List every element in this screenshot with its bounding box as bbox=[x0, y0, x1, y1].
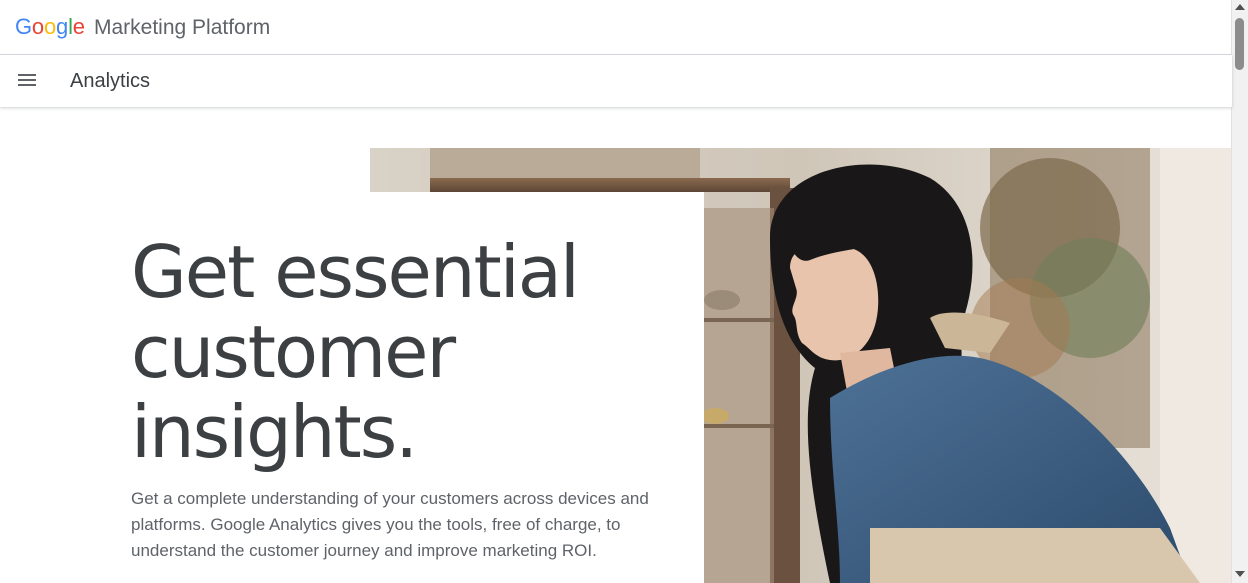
hero-description: Get a complete understanding of your cus… bbox=[131, 489, 649, 560]
hamburger-menu-icon[interactable] bbox=[16, 71, 38, 91]
scroll-down-arrow-icon[interactable] bbox=[1235, 571, 1245, 577]
logo-letter-g2: g bbox=[56, 14, 69, 39]
page-scrollbar[interactable] bbox=[1231, 0, 1248, 583]
logo-letter-e: e bbox=[72, 14, 85, 39]
scroll-thumb[interactable] bbox=[1235, 18, 1244, 70]
scroll-up-arrow-icon[interactable] bbox=[1235, 4, 1245, 10]
brand-bar: Google Marketing Platform bbox=[0, 0, 1232, 55]
logo-letter-o1: o bbox=[31, 14, 44, 39]
hero-heading-line-1: Get essential bbox=[131, 230, 580, 314]
product-title-link[interactable]: Analytics bbox=[70, 69, 150, 93]
product-nav: Analytics bbox=[0, 55, 1232, 107]
hero-heading-line-2: customer bbox=[131, 310, 456, 394]
brand-name-link[interactable]: Marketing Platform bbox=[94, 15, 270, 41]
google-logo[interactable]: Google bbox=[15, 14, 85, 40]
hero-heading-line-3: insights. bbox=[131, 390, 418, 474]
hero-heading: Get essential customer insights. bbox=[131, 232, 671, 472]
logo-letter-g: G bbox=[15, 14, 32, 39]
logo-letter-o2: o bbox=[43, 14, 57, 39]
